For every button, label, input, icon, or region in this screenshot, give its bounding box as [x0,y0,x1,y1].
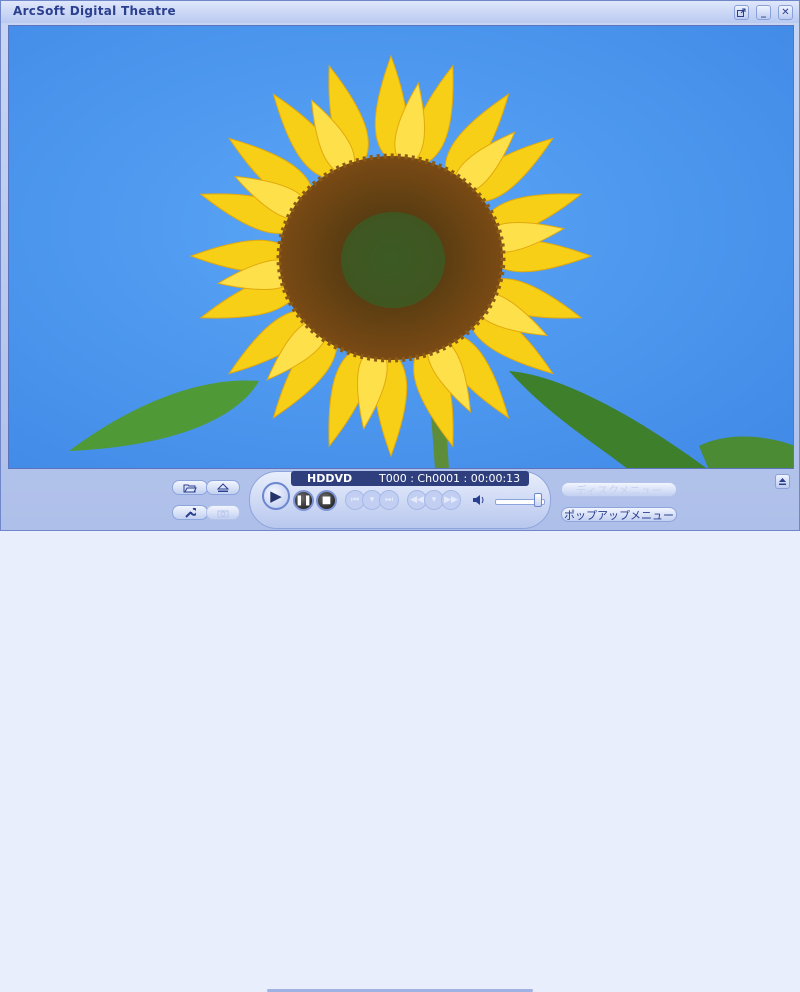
stop-button[interactable]: ■ [316,490,337,511]
snapshot-button[interactable] [206,505,240,520]
volume-knob[interactable] [534,493,543,507]
folder-open-icon [183,484,197,492]
stop-icon: ■ [321,495,332,506]
mini-mode-button[interactable] [734,5,749,20]
title-bar[interactable]: ArcSoft Digital Theatre _ ✕ [1,1,799,23]
chevron-down-icon: ▾ [431,495,437,505]
status-display: HDDVD T000 : Ch0001 : 00:00:13 [291,471,529,486]
play-button[interactable]: ▶ [262,482,290,510]
control-bar: HDDVD T000 : Ch0001 : 00:00:13 [1,469,799,992]
pause-icon: ❚❚ [295,495,312,506]
popup-menu-button[interactable]: ポップアップメニュー [561,507,677,522]
disc-menu-label: ディスクメニュー [575,483,663,497]
eject-icon [217,482,229,492]
pause-button[interactable]: ❚❚ [293,490,314,511]
source-label: HDDVD [307,472,353,485]
settings-button[interactable] [172,505,208,520]
open-file-button[interactable] [172,480,208,495]
rewind-icon: ◀◀ [410,495,424,505]
popup-menu-label: ポップアップメニュー [564,508,674,522]
wrench-icon [185,507,196,518]
expand-panel-button[interactable] [775,474,790,489]
window-title: ArcSoft Digital Theatre [13,4,176,18]
external-link-icon [737,8,746,17]
speaker-icon[interactable] [472,494,486,506]
play-icon: ▶ [270,487,282,505]
fast-forward-button[interactable]: ▶▶ [441,490,461,510]
fast-forward-icon: ▶▶ [444,495,458,505]
title-chapter-time: T000 : Ch0001 : 00:00:13 [379,472,521,485]
camera-icon [217,510,229,517]
minimize-button[interactable]: _ [756,5,771,20]
close-button[interactable]: ✕ [778,5,793,20]
skip-forward-icon: ⏭ [384,495,394,505]
player-window: ArcSoft Digital Theatre _ ✕ HDDVD T000:… [0,0,800,992]
video-area[interactable] [8,25,794,469]
sunflower-video-frame [9,26,793,468]
disc-menu-button[interactable]: ディスクメニュー [561,482,677,497]
close-icon: ✕ [781,7,790,18]
eject-up-icon [779,478,786,485]
chevron-down-icon: ▾ [369,495,375,505]
skip-back-icon: ⏮ [350,495,360,505]
eject-button[interactable] [206,480,240,495]
next-chapter-button[interactable]: ⏭ [379,490,399,510]
minimize-icon: _ [761,7,766,18]
